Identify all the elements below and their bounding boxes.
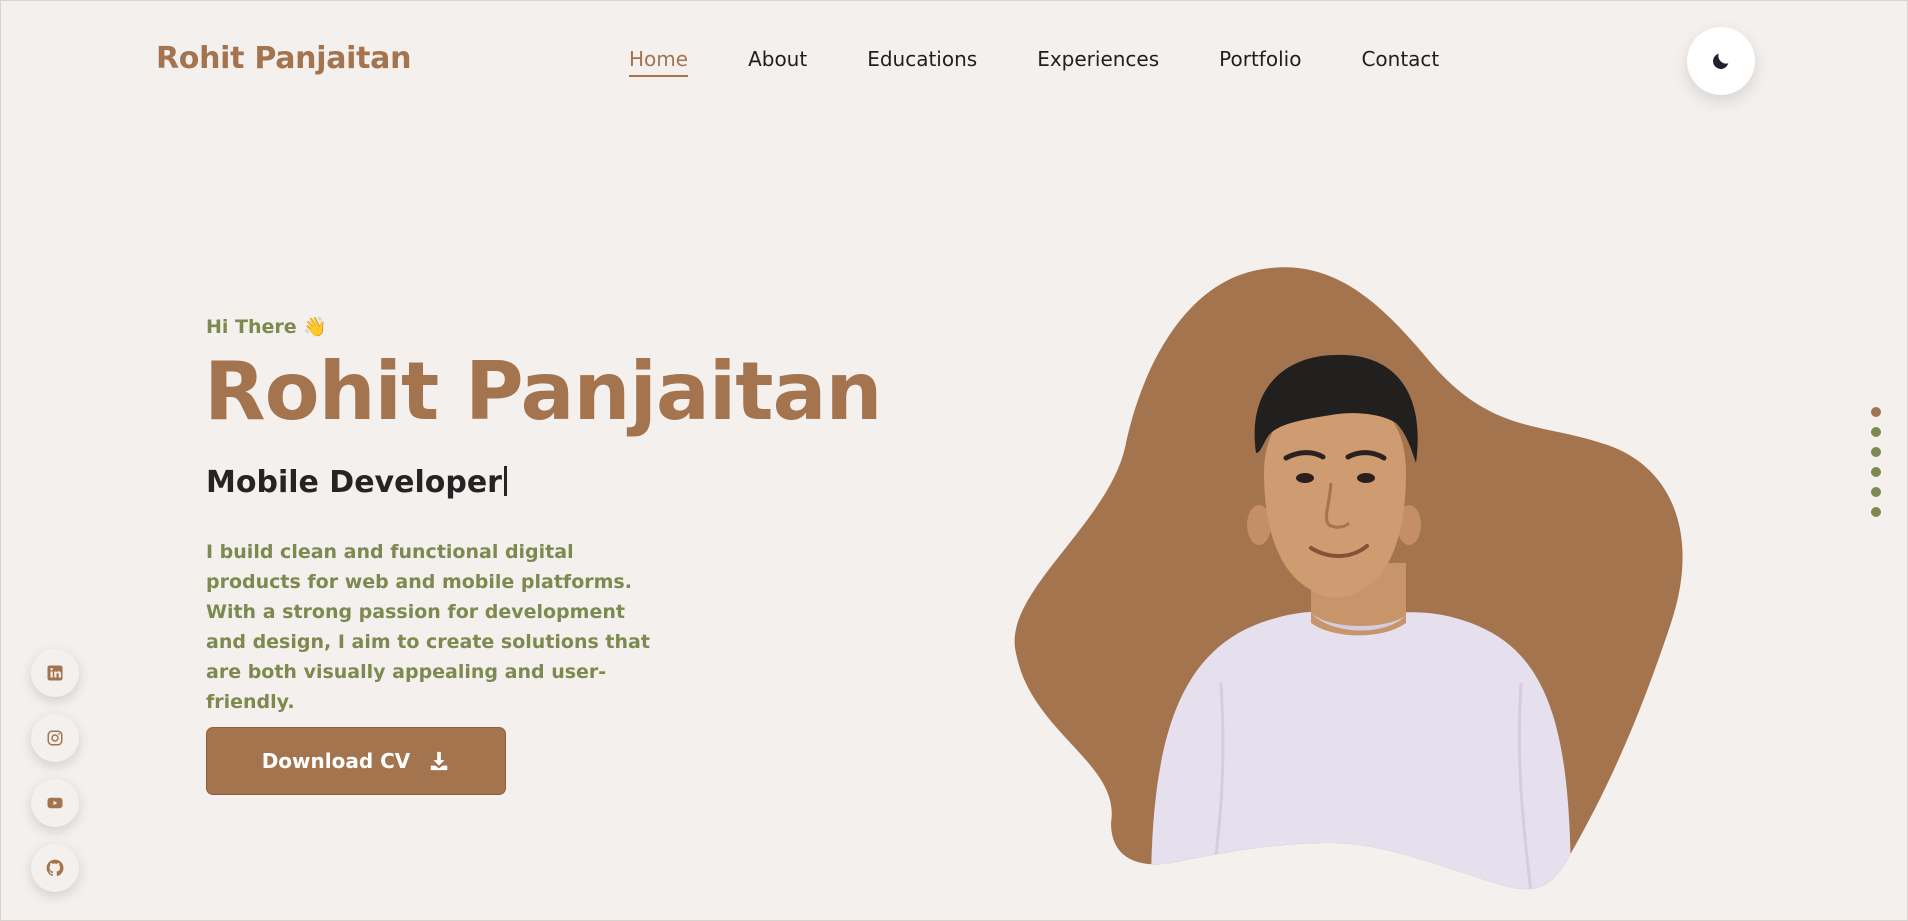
download-cv-label: Download CV — [261, 749, 411, 773]
theme-toggle-button[interactable] — [1687, 27, 1755, 95]
nav-educations[interactable]: Educations — [867, 47, 977, 77]
section-indicator — [1871, 407, 1881, 517]
section-dot-contact[interactable] — [1871, 507, 1881, 517]
nav-portfolio[interactable]: Portfolio — [1219, 47, 1301, 77]
section-dot-experiences[interactable] — [1871, 467, 1881, 477]
hero-role-text: Mobile Developer — [206, 465, 502, 500]
download-cv-button[interactable]: Download CV — [206, 727, 506, 795]
hero-description: I build clean and functional digital pro… — [206, 541, 650, 713]
typing-caret — [503, 466, 507, 496]
linkedin-link[interactable] — [31, 649, 79, 697]
moon-icon — [1713, 53, 1729, 69]
download-icon — [431, 751, 448, 771]
nav-home[interactable]: Home — [629, 47, 689, 77]
linkedin-icon — [47, 665, 63, 681]
section-dot-educations[interactable] — [1871, 447, 1881, 457]
hero-portrait — [1014, 267, 1683, 890]
nav-experiences[interactable]: Experiences — [1037, 47, 1159, 77]
site-logo[interactable]: Rohit Panjaitan — [156, 41, 411, 76]
instagram-icon — [47, 730, 63, 746]
github-icon — [46, 859, 64, 877]
youtube-icon — [47, 797, 63, 809]
nav-contact[interactable]: Contact — [1361, 47, 1439, 77]
instagram-link[interactable] — [31, 714, 79, 762]
hero-role: Mobile Developer — [206, 465, 507, 500]
section-dot-home[interactable] — [1871, 407, 1881, 417]
youtube-link[interactable] — [31, 779, 79, 827]
nav-about[interactable]: About — [748, 47, 807, 77]
main-nav: Home About Educations Experiences Portfo… — [629, 47, 1499, 77]
hero-name: Rohit Panjaitan — [204, 345, 882, 438]
section-dot-about[interactable] — [1871, 427, 1881, 437]
github-link[interactable] — [31, 844, 79, 892]
hero-greeting: Hi There 👋 — [206, 316, 327, 338]
section-dot-portfolio[interactable] — [1871, 487, 1881, 497]
